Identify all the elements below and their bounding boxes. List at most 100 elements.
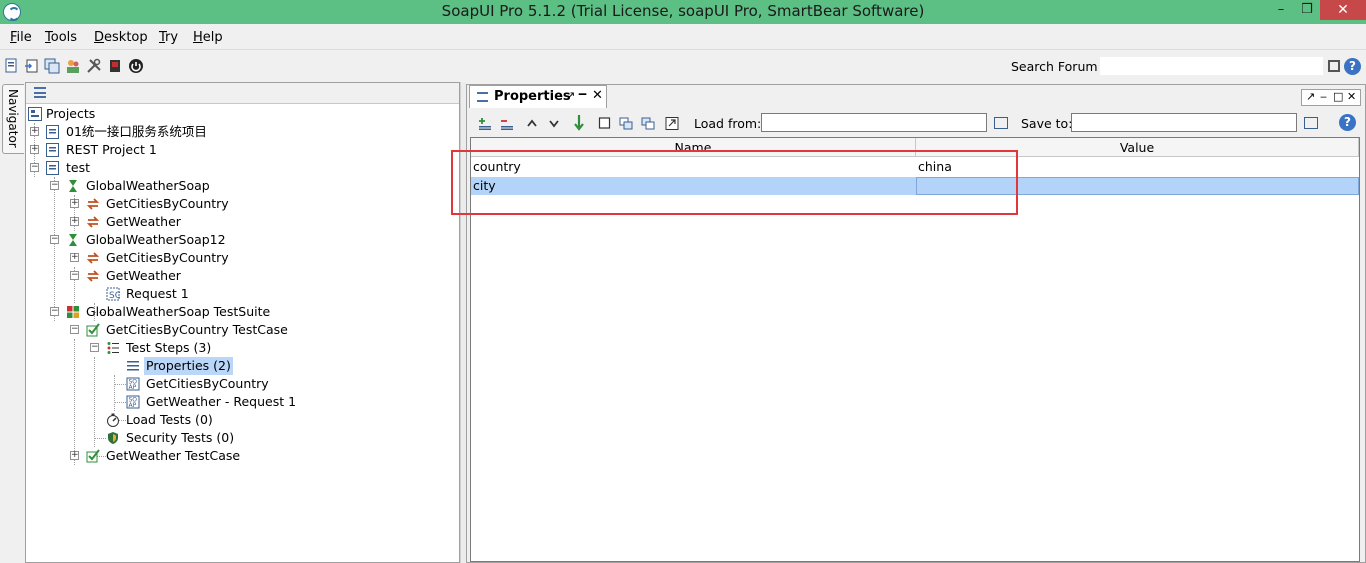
main-toolbar: Search Forum ? — [0, 51, 1366, 81]
properties-icon — [127, 361, 139, 371]
forum-icon[interactable] — [65, 58, 81, 74]
exit-icon[interactable] — [128, 58, 144, 74]
project-tree: Projects + 01统一接口服务系统项目 + REST Project 1… — [26, 105, 459, 562]
collapse-icon[interactable]: − — [50, 181, 59, 190]
save-to-input[interactable] — [1071, 113, 1297, 132]
testcase-icon — [86, 449, 100, 463]
minimize-icon[interactable]: ‒ — [1320, 90, 1327, 103]
operation-icon — [86, 252, 100, 264]
expand-icon[interactable]: + — [70, 199, 79, 208]
property-name-cell[interactable]: city — [471, 177, 916, 195]
load-browse-icon[interactable] — [994, 117, 1008, 129]
maximize-icon[interactable]: □ — [1333, 90, 1343, 103]
search-forum-input[interactable] — [1099, 56, 1324, 76]
move-up-icon[interactable] — [525, 117, 539, 130]
save-to-label: Save to: — [1021, 116, 1073, 131]
project-icon — [46, 161, 59, 175]
project-icon — [46, 143, 59, 157]
property-value-cell[interactable] — [916, 177, 1359, 195]
expand-icon[interactable]: + — [30, 145, 39, 154]
search-forum-label: Search Forum — [1011, 59, 1098, 74]
menu-try[interactable]: Try — [159, 30, 178, 45]
help-icon[interactable]: ? — [1344, 58, 1361, 75]
restore-button[interactable]: ❒ — [1294, 0, 1320, 20]
securitytests-icon — [108, 432, 118, 444]
undock-icon[interactable]: ↗ — [566, 89, 575, 102]
soap-step-icon: SOAP — [126, 377, 140, 391]
svg-text:AP: AP — [129, 384, 137, 391]
new-project-icon[interactable] — [4, 58, 20, 74]
list-icon[interactable] — [34, 87, 46, 98]
save-browse-icon[interactable] — [1304, 117, 1318, 129]
expand-icon[interactable] — [665, 117, 679, 130]
menu-file[interactable]: File — [10, 30, 32, 45]
move-down-icon[interactable] — [547, 117, 561, 130]
expand-icon[interactable]: + — [70, 217, 79, 226]
save-all-icon[interactable] — [44, 58, 60, 74]
remove-property-icon[interactable] — [500, 117, 514, 130]
testsuite-icon — [67, 306, 79, 318]
tab-properties[interactable]: Properties ↗ ‒ ✕ — [469, 85, 607, 108]
menu-desktop[interactable]: Desktop — [94, 30, 148, 45]
panel-window-controls: ↗ ‒ □ ✕ — [1301, 89, 1361, 106]
collapse-icon[interactable]: − — [90, 343, 99, 352]
menu-bar: File Tools Desktop Try Help — [0, 24, 1366, 50]
properties-table: Name Value country china city — [470, 137, 1360, 562]
expand-icon[interactable]: + — [70, 253, 79, 262]
paste-properties-icon[interactable] — [641, 117, 655, 130]
title-bar: SoapUI Pro 5.1.2 (Trial License, soapUI … — [0, 0, 1366, 24]
menu-tools[interactable]: Tools — [45, 30, 77, 45]
soap-step-icon: SOAP — [126, 395, 140, 409]
expand-icon[interactable]: + — [70, 451, 79, 460]
properties-panel: Properties ↗ ‒ ✕ ↗ ‒ □ ✕ Load from: Save… — [466, 84, 1366, 563]
loadtests-icon — [107, 413, 119, 427]
close-icon[interactable]: ✕ — [1347, 90, 1356, 103]
collapse-icon[interactable]: − — [70, 271, 79, 280]
collapse-icon[interactable]: − — [70, 325, 79, 334]
teststeps-icon — [107, 342, 119, 354]
interface-icon — [69, 234, 77, 246]
minimize-tab-icon[interactable]: ‒ — [578, 87, 587, 102]
copy-properties-icon[interactable] — [619, 117, 633, 130]
clear-icon[interactable] — [598, 117, 612, 130]
properties-tab-title: Properties — [494, 89, 571, 104]
close-button[interactable]: ✕ — [1320, 0, 1366, 20]
operation-icon — [86, 198, 100, 210]
collapse-icon[interactable]: − — [30, 163, 39, 172]
navigator-tab[interactable]: Navigator — [2, 84, 24, 154]
sort-down-icon[interactable] — [572, 114, 586, 131]
help-icon[interactable]: ? — [1339, 114, 1356, 131]
window-title: SoapUI Pro 5.1.2 (Trial License, soapUI … — [441, 2, 925, 20]
navigator-tab-label: Navigator — [6, 89, 20, 148]
import-project-icon[interactable] — [24, 58, 40, 74]
column-header-name[interactable]: Name — [471, 138, 916, 157]
column-header-value[interactable]: Value — [916, 138, 1359, 157]
property-name-cell[interactable]: country — [471, 158, 916, 176]
property-value-cell[interactable]: china — [916, 158, 1359, 176]
add-property-icon[interactable] — [478, 117, 492, 130]
properties-icon — [477, 92, 488, 102]
svg-text:AP: AP — [129, 402, 137, 409]
operation-icon — [86, 216, 100, 228]
testcase-icon — [86, 323, 100, 337]
menu-help[interactable]: Help — [193, 30, 223, 45]
interface-icon — [69, 180, 77, 192]
properties-toolbar: Load from: Save to: ? — [468, 109, 1365, 137]
load-from-input[interactable] — [761, 113, 987, 132]
search-go-icon[interactable] — [1328, 60, 1340, 72]
undock-icon[interactable]: ↗ — [1306, 90, 1315, 103]
project-icon — [46, 125, 59, 139]
stop-icon[interactable] — [107, 58, 123, 74]
navigator-header — [26, 83, 459, 104]
navigator-panel: Projects + 01统一接口服务系统项目 + REST Project 1… — [25, 82, 460, 563]
operation-icon — [86, 270, 100, 282]
close-tab-icon[interactable]: ✕ — [592, 88, 603, 103]
load-from-label: Load from: — [694, 116, 762, 131]
expand-icon[interactable]: + — [30, 127, 39, 136]
request-icon: SO — [106, 287, 120, 301]
preferences-icon[interactable] — [86, 58, 102, 74]
collapse-icon[interactable]: − — [50, 307, 59, 316]
projects-icon — [28, 107, 42, 121]
collapse-icon[interactable]: − — [50, 235, 59, 244]
minimize-button[interactable]: – — [1268, 0, 1294, 20]
